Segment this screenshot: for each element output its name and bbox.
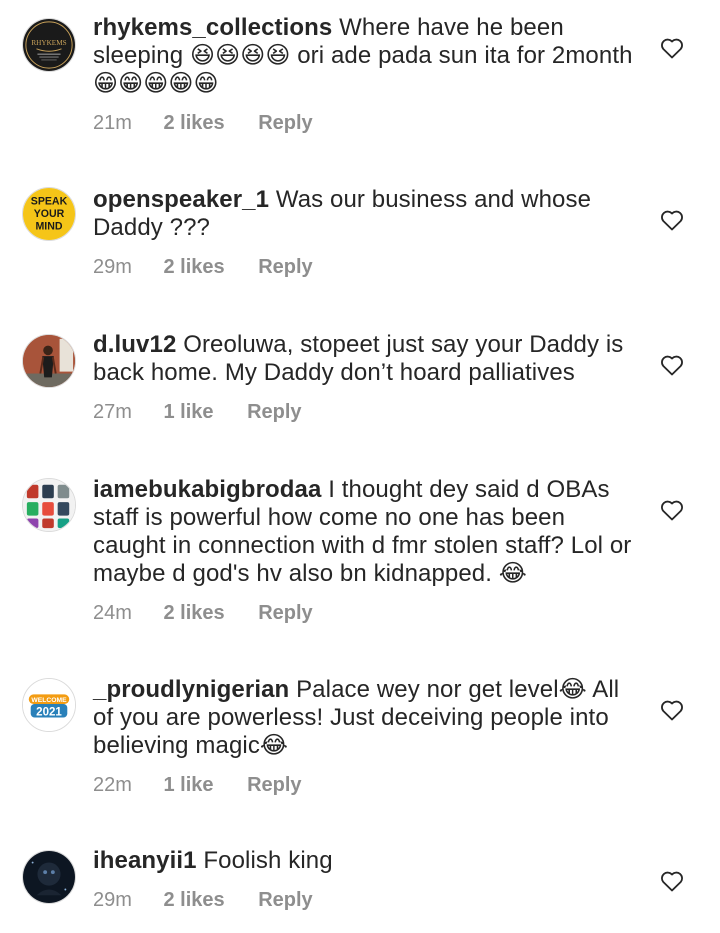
reply-button[interactable]: Reply [247,399,301,425]
like-heart-icon[interactable] [660,870,684,892]
like-heart-icon[interactable] [660,699,684,721]
svg-text:YOUR: YOUR [34,208,65,220]
comment-meta: 29m 2 likes Reply [93,887,638,913]
like-heart-icon[interactable] [660,209,684,231]
comment-time: 22m [93,774,132,796]
comment-time: 27m [93,401,132,423]
reply-button[interactable]: Reply [258,600,312,626]
like-heart-icon[interactable] [660,354,684,376]
comment-text-block: iheanyii1 Foolish king [93,847,638,875]
comment-likes[interactable]: 2 likes [163,600,224,626]
comment-time: 29m [93,889,132,911]
comment-text-block: _proudlynigerian Palace wey nor get leve… [93,676,638,760]
reply-button[interactable]: Reply [258,887,312,913]
avatar[interactable] [22,850,76,904]
comment-username[interactable]: iheanyii1 [93,847,197,874]
comment-username[interactable]: iamebukabigbrodaa [93,476,321,503]
comment-meta: 21m 2 likes Reply [93,110,638,136]
comment-body: d.luv12 Oreoluwa, stopeet just say your … [93,331,638,425]
comment-text-block: openspeaker_1 Was our business and whose… [93,186,638,242]
speak-your-mind-avatar: SPEAK YOUR MIND [23,188,75,240]
comment-body: iamebukabigbrodaa I thought dey said d O… [93,476,638,626]
comment-username[interactable]: rhykems_collections [93,14,332,41]
avatar[interactable]: RHYKEMS [22,18,76,72]
comment-body: iheanyii1 Foolish king 29m 2 likes Reply [93,847,638,913]
reply-button[interactable]: Reply [247,772,301,798]
comment-time: 21m [93,112,132,134]
avatar-logo-text: RHYKEMS [31,39,66,47]
comment-meta: 29m 2 likes Reply [93,254,638,280]
comment-text-block: d.luv12 Oreoluwa, stopeet just say your … [93,331,638,387]
avatar[interactable]: SPEAK YOUR MIND [22,187,76,241]
comment-text: Foolish king [203,847,333,874]
comment-username[interactable]: _proudlynigerian [93,676,289,703]
like-heart-icon[interactable] [660,499,684,521]
welcome-2021-avatar: WELCOME 2021 [23,679,75,731]
comment-likes[interactable]: 1 like [163,772,213,798]
avatar[interactable] [22,478,76,532]
reply-button[interactable]: Reply [258,254,312,280]
comment-username[interactable]: d.luv12 [93,331,176,358]
comment-likes[interactable]: 2 likes [163,110,224,136]
comment-body: openspeaker_1 Was our business and whose… [93,186,638,280]
comment-text-block: rhykems_collections Where have he been s… [93,14,638,98]
avatar[interactable] [22,334,76,388]
comment-body: _proudlynigerian Palace wey nor get leve… [93,676,638,798]
comment-likes[interactable]: 2 likes [163,887,224,913]
like-heart-icon[interactable] [660,37,684,59]
comment-meta: 27m 1 like Reply [93,399,638,425]
comment-likes[interactable]: 1 like [163,399,213,425]
comment-time: 24m [93,602,132,624]
person-photo-avatar [23,335,75,387]
avatar[interactable]: WELCOME 2021 [22,678,76,732]
clothing-grid-avatar [23,479,75,531]
svg-text:2021: 2021 [36,707,62,719]
dark-photo-avatar [23,851,75,903]
comment-time: 29m [93,256,132,278]
svg-text:SPEAK: SPEAK [31,195,68,207]
rhykems-logo-avatar: RHYKEMS [23,19,75,71]
comment-text-block: iamebukabigbrodaa I thought dey said d O… [93,476,638,588]
comment-meta: 22m 1 like Reply [93,772,638,798]
comment-meta: 24m 2 likes Reply [93,600,638,626]
svg-text:WELCOME: WELCOME [31,697,67,704]
reply-button[interactable]: Reply [258,110,312,136]
comment-likes[interactable]: 2 likes [163,254,224,280]
comment-username[interactable]: openspeaker_1 [93,186,269,213]
svg-text:MIND: MIND [35,220,62,232]
comment-body: rhykems_collections Where have he been s… [93,14,638,136]
